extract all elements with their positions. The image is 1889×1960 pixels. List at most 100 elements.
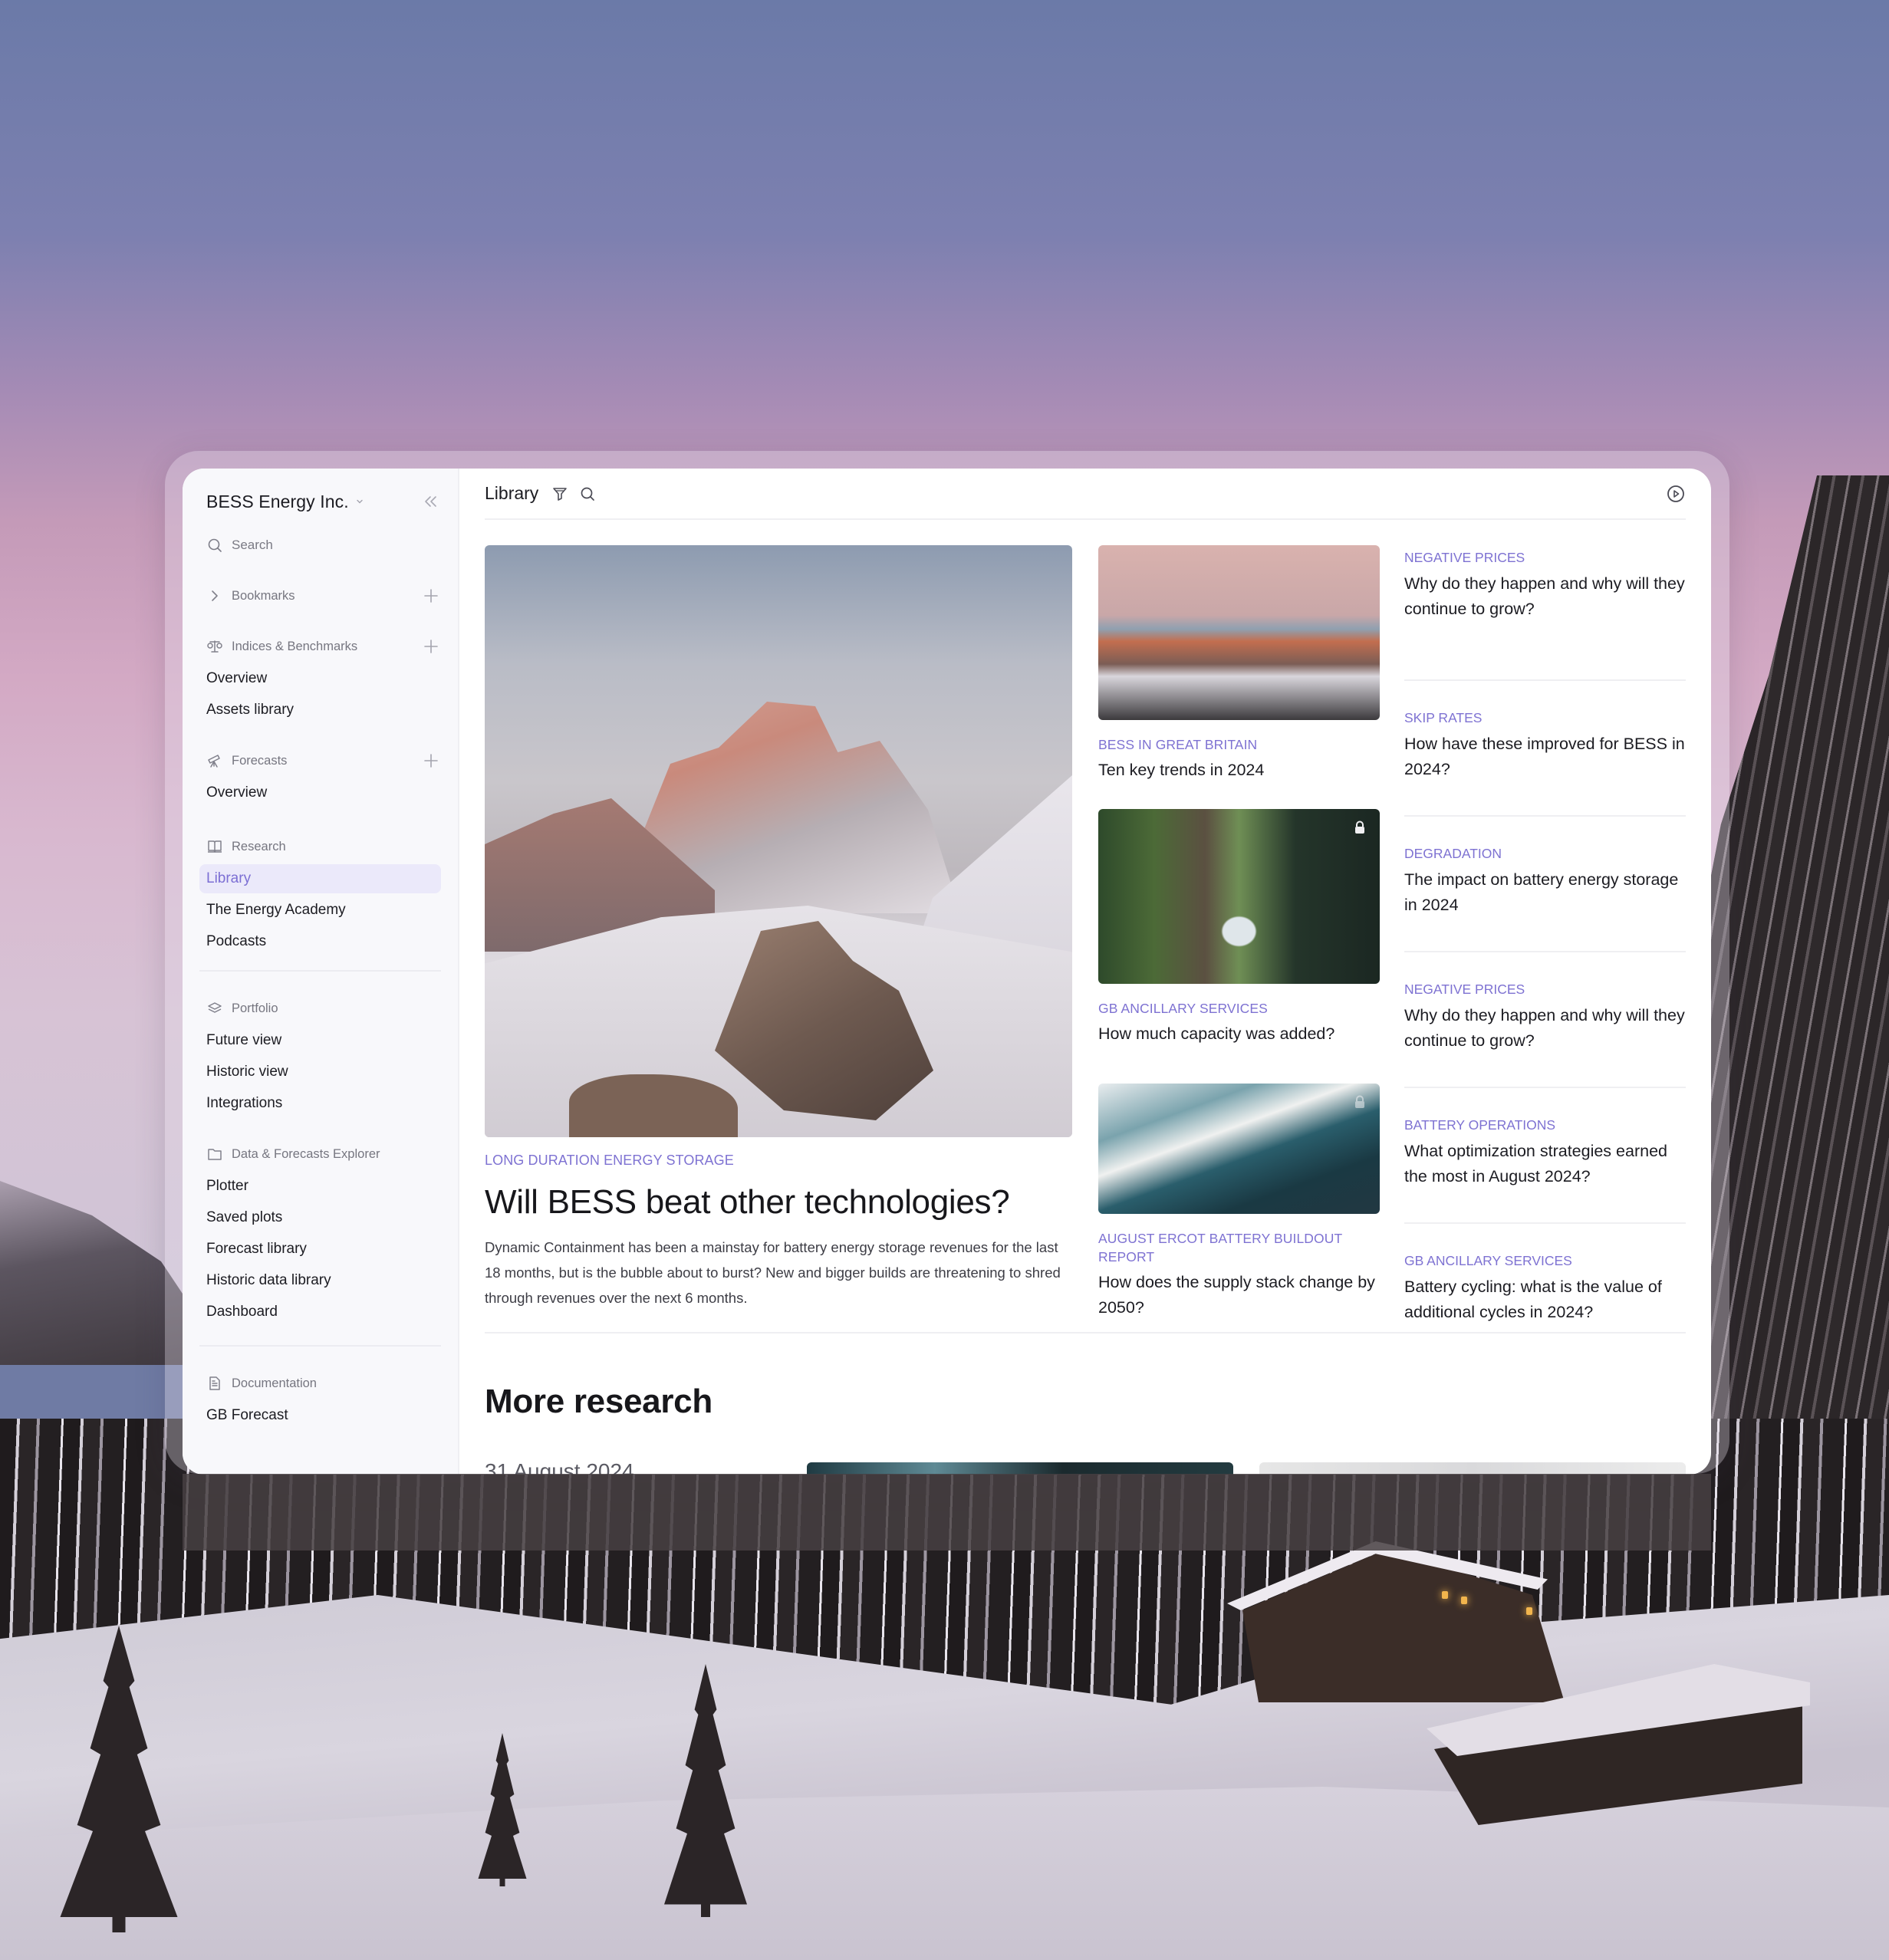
article-teaser[interactable]: NEGATIVE PRICES Why do they happen and w… bbox=[1404, 952, 1686, 1088]
section-divider bbox=[485, 1332, 1686, 1334]
sidebar-search[interactable]: Search bbox=[199, 530, 441, 561]
sidebar-item-assets-library[interactable]: Assets library bbox=[199, 696, 441, 725]
org-name: BESS Energy Inc. bbox=[206, 491, 349, 511]
article-teaser[interactable]: DEGRADATION The impact on battery energy… bbox=[1404, 817, 1686, 952]
telescope-icon bbox=[206, 752, 223, 769]
article-title[interactable]: Will BESS beat other technologies? bbox=[485, 1181, 1072, 1224]
section-label: Research bbox=[232, 839, 286, 853]
sidebar-section-research[interactable]: Research bbox=[199, 831, 441, 862]
article-title[interactable]: How much capacity was added? bbox=[1098, 1021, 1380, 1047]
card-image[interactable] bbox=[1259, 1462, 1686, 1475]
layers-icon bbox=[206, 1000, 223, 1017]
background-cabin-light bbox=[1461, 1597, 1467, 1604]
article-category[interactable]: AUGUST ERCOT BATTERY BUILDOUT REPORT bbox=[1098, 1229, 1380, 1266]
article-teaser[interactable]: SKIP RATES How have these improved for B… bbox=[1404, 681, 1686, 817]
sidebar-item-library[interactable]: Library bbox=[199, 864, 441, 893]
background-cabin-light bbox=[1442, 1591, 1448, 1599]
sidebar-item-forecast-library[interactable]: Forecast library bbox=[199, 1235, 441, 1264]
filter-icon[interactable] bbox=[551, 485, 569, 503]
section-label: Data & Forecasts Explorer bbox=[232, 1146, 380, 1161]
sidebar-item-gb-forecast[interactable]: GB Forecast bbox=[199, 1401, 441, 1430]
search-icon[interactable] bbox=[578, 485, 597, 503]
chevron-right-icon bbox=[206, 587, 223, 604]
more-research-heading: More research bbox=[485, 1383, 712, 1420]
sidebar-section-documentation[interactable]: Documentation bbox=[199, 1368, 441, 1399]
sidebar-item-historic-data-library[interactable]: Historic data library bbox=[199, 1266, 441, 1295]
sidebar-divider bbox=[199, 1345, 441, 1347]
section-label: Bookmarks bbox=[232, 588, 295, 603]
article-category[interactable]: LONG DURATION ENERGY STORAGE bbox=[485, 1153, 1072, 1169]
article-category[interactable]: NEGATIVE PRICES bbox=[1404, 548, 1686, 567]
article-category[interactable]: SKIP RATES bbox=[1404, 709, 1686, 727]
plus-icon[interactable] bbox=[423, 752, 439, 769]
window-bottom-overlay bbox=[183, 1474, 1711, 1551]
sidebar-item-saved-plots[interactable]: Saved plots bbox=[199, 1203, 441, 1232]
article-teaser[interactable]: BATTERY OPERATIONS What optimization str… bbox=[1404, 1088, 1686, 1224]
article-category[interactable]: NEGATIVE PRICES bbox=[1404, 980, 1686, 998]
image-rock bbox=[569, 1074, 738, 1137]
section-label: Indices & Benchmarks bbox=[232, 639, 358, 653]
org-switcher[interactable]: BESS Energy Inc. bbox=[199, 482, 441, 521]
article-title[interactable]: The impact on battery energy storage in … bbox=[1404, 867, 1686, 918]
hero-image[interactable] bbox=[485, 545, 1072, 1137]
article-title[interactable]: Ten key trends in 2024 bbox=[1098, 758, 1380, 783]
section-label: Portfolio bbox=[232, 1001, 278, 1015]
sidebar-item-dashboard[interactable]: Dashboard bbox=[199, 1297, 441, 1327]
hero-article[interactable]: LONG DURATION ENERGY STORAGE Will BESS b… bbox=[485, 545, 1072, 1311]
article-category[interactable]: BESS IN GREAT BRITAIN bbox=[1098, 735, 1380, 754]
plus-icon[interactable] bbox=[423, 638, 439, 655]
page-title: Library bbox=[485, 483, 539, 503]
book-icon bbox=[206, 838, 223, 855]
card-image[interactable] bbox=[1098, 545, 1380, 720]
article-teasers: NEGATIVE PRICES Why do they happen and w… bbox=[1404, 545, 1686, 1360]
article-teaser[interactable]: GB ANCILLARY SERVICES Battery cycling: w… bbox=[1404, 1224, 1686, 1360]
app-window: BESS Energy Inc. Search Bookmarks Indice… bbox=[183, 469, 1711, 1475]
lock-icon bbox=[1352, 820, 1367, 835]
sidebar-section-portfolio[interactable]: Portfolio bbox=[199, 993, 441, 1024]
article-title[interactable]: Why do they happen and why will they con… bbox=[1404, 571, 1686, 622]
article-title[interactable]: How does the supply stack change by 2050… bbox=[1098, 1270, 1380, 1320]
sidebar-section-indices[interactable]: Indices & Benchmarks bbox=[199, 631, 441, 662]
sidebar-item-podcasts[interactable]: Podcasts bbox=[199, 927, 441, 956]
article-card[interactable]: AUGUST ERCOT BATTERY BUILDOUT REPORT How… bbox=[1098, 1084, 1380, 1320]
sidebar-item-integrations[interactable]: Integrations bbox=[199, 1089, 441, 1118]
article-title[interactable]: Why do they happen and why will they con… bbox=[1404, 1003, 1686, 1054]
sidebar-item-plotter[interactable]: Plotter bbox=[199, 1172, 441, 1201]
chevron-down-icon bbox=[356, 498, 364, 505]
article-card[interactable]: BESS IN GREAT BRITAIN Ten key trends in … bbox=[1098, 545, 1380, 783]
lock-icon bbox=[1352, 1094, 1367, 1110]
sidebar-item-future-view[interactable]: Future view bbox=[199, 1026, 441, 1055]
document-icon bbox=[206, 1375, 223, 1392]
article-card[interactable]: GB ANCILLARY SERVICES How much capacity … bbox=[1098, 809, 1380, 1047]
article-cards: BESS IN GREAT BRITAIN Ten key trends in … bbox=[1098, 545, 1380, 1320]
article-category[interactable]: DEGRADATION bbox=[1404, 844, 1686, 863]
card-image[interactable] bbox=[1098, 1084, 1380, 1214]
article-category[interactable]: GB ANCILLARY SERVICES bbox=[1098, 999, 1380, 1018]
sidebar-divider bbox=[199, 970, 441, 972]
card-image[interactable] bbox=[807, 1462, 1233, 1475]
play-circle-icon[interactable] bbox=[1666, 484, 1686, 504]
background-cabin-light bbox=[1526, 1607, 1532, 1615]
sidebar-section-bookmarks[interactable]: Bookmarks bbox=[199, 580, 441, 611]
article-date: 31 August 2024 bbox=[485, 1459, 634, 1475]
double-chevron-left-icon[interactable] bbox=[423, 493, 439, 510]
plus-icon[interactable] bbox=[423, 587, 439, 604]
sidebar-item-energy-academy[interactable]: The Energy Academy bbox=[199, 896, 441, 925]
card-image[interactable] bbox=[1098, 809, 1380, 984]
section-label: Forecasts bbox=[232, 753, 288, 768]
sidebar-section-forecasts[interactable]: Forecasts bbox=[199, 745, 441, 776]
article-title[interactable]: How have these improved for BESS in 2024… bbox=[1404, 732, 1686, 782]
sidebar-item-historic-view[interactable]: Historic view bbox=[199, 1057, 441, 1087]
article-category[interactable]: BATTERY OPERATIONS bbox=[1404, 1116, 1686, 1134]
sidebar: BESS Energy Inc. Search Bookmarks Indice… bbox=[183, 469, 459, 1475]
sidebar-item-forecasts-overview[interactable]: Overview bbox=[199, 778, 441, 807]
article-category[interactable]: GB ANCILLARY SERVICES bbox=[1404, 1251, 1686, 1270]
sidebar-item-indices-overview[interactable]: Overview bbox=[199, 664, 441, 693]
article-title[interactable]: What optimization strategies earned the … bbox=[1404, 1139, 1686, 1189]
page-header: Library bbox=[485, 469, 1686, 520]
scale-icon bbox=[206, 638, 223, 655]
sidebar-section-data-explorer[interactable]: Data & Forecasts Explorer bbox=[199, 1139, 441, 1169]
article-teaser[interactable]: NEGATIVE PRICES Why do they happen and w… bbox=[1404, 545, 1686, 681]
section-label: Documentation bbox=[232, 1376, 317, 1390]
article-title[interactable]: Battery cycling: what is the value of ad… bbox=[1404, 1274, 1686, 1325]
